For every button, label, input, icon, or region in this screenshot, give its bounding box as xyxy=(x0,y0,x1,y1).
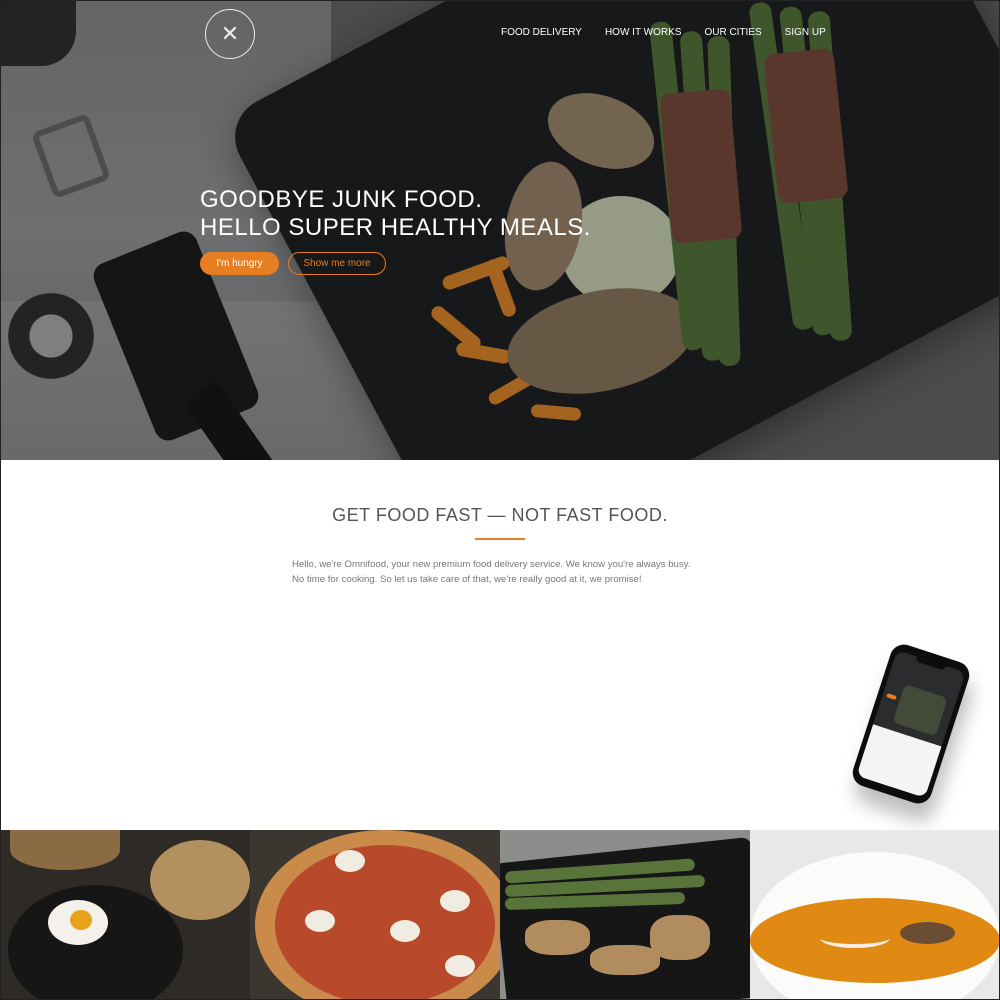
phone-screen-food-image xyxy=(892,684,948,737)
section-intro-text: Hello, we're Omnifood, your new premium … xyxy=(292,557,712,587)
nav-our-cities[interactable]: OUR CITIES xyxy=(704,27,761,39)
chicken xyxy=(525,920,590,955)
chicken-asparagus-photo[interactable] xyxy=(500,830,750,1000)
intro-line-1: Hello, we're Omnifood, your new premium … xyxy=(292,559,691,570)
mozzarella xyxy=(445,955,475,977)
hero-section: ✕ FOOD DELIVERY HOW IT WORKS OUR CITIES … xyxy=(1,1,999,460)
phone-screen-button xyxy=(886,693,897,701)
section-title: GET FOOD FAST — NOT FAST FOOD. xyxy=(332,505,668,525)
pizza-photo[interactable] xyxy=(250,830,500,1000)
hero-text-box: GOODBYE JUNK FOOD. HELLO SUPER HEALTHY M… xyxy=(200,186,591,242)
mozzarella xyxy=(390,920,420,942)
nav-food-delivery[interactable]: FOOD DELIVERY xyxy=(501,27,582,39)
im-hungry-button[interactable]: I'm hungry xyxy=(200,252,279,275)
mozzarella xyxy=(335,850,365,872)
omnifood-logo[interactable]: ✕ xyxy=(205,9,255,59)
pumpkin-soup-photo[interactable] xyxy=(750,830,1000,1000)
fork-spoon-icon: ✕ xyxy=(220,21,240,47)
dumpling-steamer xyxy=(150,840,250,920)
chicken xyxy=(590,945,660,975)
soup-garnish xyxy=(900,922,955,944)
nav-sign-up[interactable]: SIGN UP xyxy=(785,27,826,39)
egg-yolk xyxy=(70,910,92,930)
hero-headline-line2: HELLO SUPER HEALTHY MEALS. xyxy=(200,214,591,241)
title-underline xyxy=(475,538,525,540)
dark-plate xyxy=(500,836,750,1000)
features-section: GET FOOD FAST — NOT FAST FOOD. Hello, we… xyxy=(0,460,1000,830)
cream-swirl xyxy=(820,928,890,948)
phone-screen-content xyxy=(856,724,942,798)
nav-how-it-works[interactable]: HOW IT WORKS xyxy=(605,27,681,39)
meals-showcase xyxy=(0,830,1000,1000)
intro-line-2: No time for cooking. So let us take care… xyxy=(292,574,642,585)
mozzarella xyxy=(440,890,470,912)
stone-bowl xyxy=(8,885,183,1000)
mozzarella xyxy=(305,910,335,932)
main-nav: FOOD DELIVERY HOW IT WORKS OUR CITIES SI… xyxy=(501,27,849,39)
show-me-more-button[interactable]: Show me more xyxy=(288,252,386,275)
hero-headline: GOODBYE JUNK FOOD. HELLO SUPER HEALTHY M… xyxy=(200,186,591,242)
hero-headline-line1: GOODBYE JUNK FOOD. xyxy=(200,186,483,213)
bibimbap-photo[interactable] xyxy=(0,830,250,1000)
wooden-board xyxy=(10,830,120,870)
